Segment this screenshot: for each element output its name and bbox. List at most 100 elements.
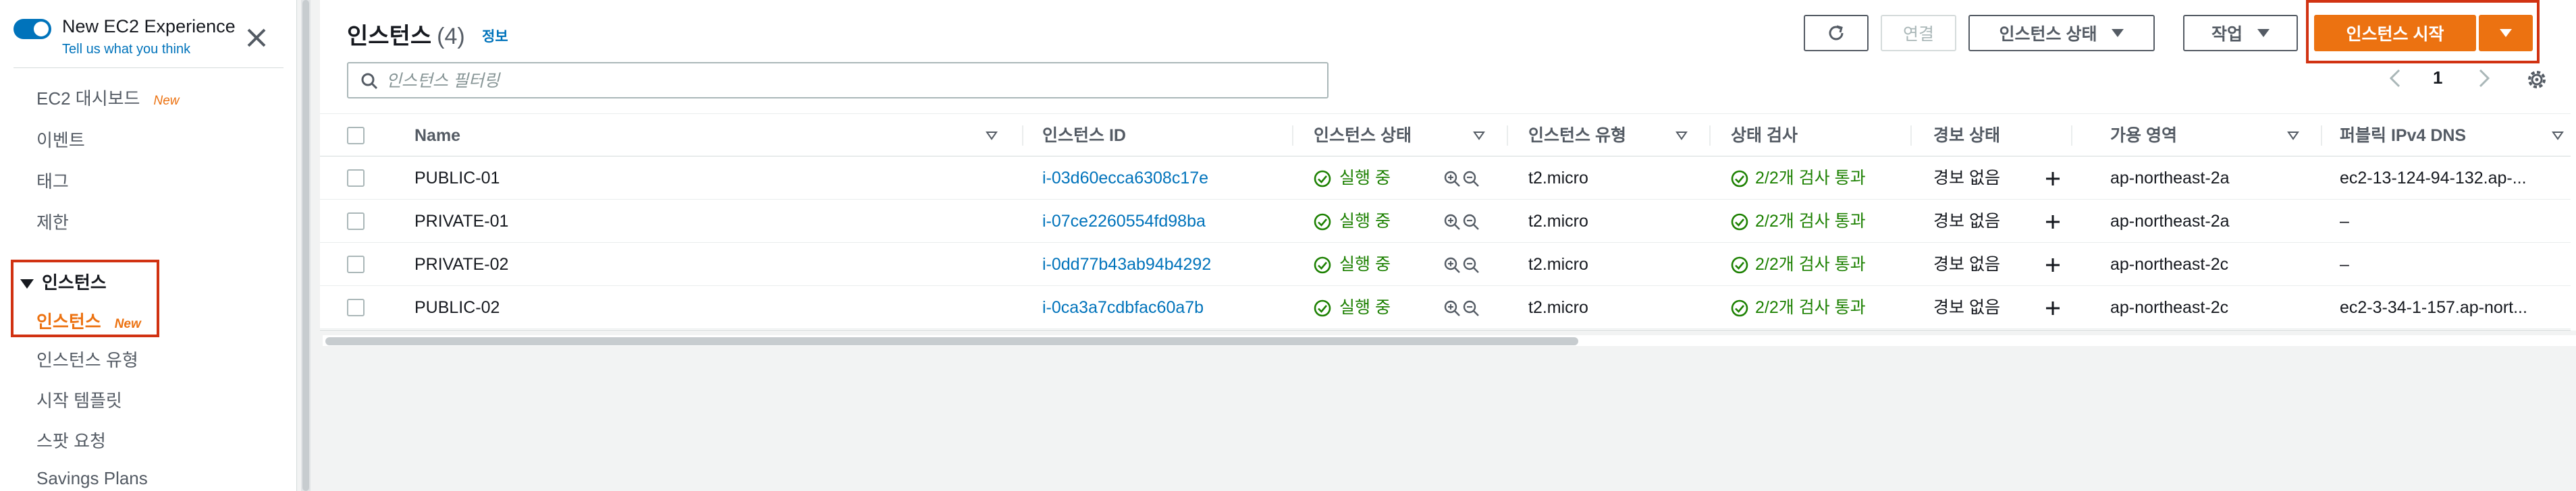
chevron-left-icon[interactable] <box>2386 65 2406 92</box>
instance-name: PRIVATE-01 <box>414 212 509 231</box>
column-separator <box>1507 125 1508 146</box>
caret-down-icon <box>20 279 34 289</box>
availability-zone: ap-northeast-2a <box>2110 212 2230 231</box>
sidebar-item-spot-requests[interactable]: 스팟 요청 <box>36 428 106 453</box>
table-header: Name 인스턴스 ID 인스턴스 상태 인스턴스 유형 상태 검사 경보 상태… <box>320 115 2576 156</box>
table-row[interactable]: PRIVATE-01 i-07ce2260554fd98ba 실행 중 t2.m… <box>320 200 2576 243</box>
horizontal-scrollbar[interactable] <box>325 337 1578 345</box>
instance-id-link[interactable]: i-07ce2260554fd98ba <box>1042 200 1285 243</box>
page-number[interactable]: 1 <box>2433 67 2442 88</box>
filter-input[interactable] <box>386 69 1318 93</box>
launch-instances-button[interactable]: 인스턴스 시작 <box>2314 15 2476 51</box>
table-row[interactable]: PUBLIC-01 i-03d60ecca6308c17e 실행 중 t2.mi… <box>320 156 2576 200</box>
sidebar-scrollbar[interactable] <box>302 0 309 491</box>
launch-dropdown-button[interactable] <box>2479 15 2533 51</box>
zoom-in-icon[interactable] <box>1443 299 1461 317</box>
row-checkbox[interactable] <box>347 256 365 273</box>
sort-icon[interactable] <box>2287 129 2299 142</box>
instance-type: t2.micro <box>1528 212 1588 231</box>
sidebar-item-tags[interactable]: 태그 <box>36 168 69 193</box>
row-checkbox[interactable] <box>347 212 365 230</box>
column-header-public-dns[interactable]: 퍼블릭 IPv4 DNS <box>2340 115 2466 156</box>
public-dns: ec2-13-124-94-132.ap-... <box>2340 169 2527 187</box>
column-header-availability-zone[interactable]: 가용 영역 <box>2110 115 2177 156</box>
sidebar-group-instances[interactable]: 인스턴스 <box>20 269 107 294</box>
zoom-out-icon[interactable] <box>1462 170 1480 187</box>
check-circle-icon <box>1731 213 1748 231</box>
refresh-button[interactable] <box>1804 15 1869 51</box>
status-check[interactable]: 2/2개 검사 통과 <box>1755 156 1866 200</box>
zoom-in-icon[interactable] <box>1443 170 1461 187</box>
chevron-right-icon[interactable] <box>2473 65 2494 92</box>
sidebar-item-instances[interactable]: 인스턴스 New <box>36 308 141 333</box>
plus-icon[interactable] <box>2044 213 2062 231</box>
sort-icon[interactable] <box>2552 129 2564 142</box>
new-experience-toggle[interactable] <box>14 19 51 39</box>
availability-zone: ap-northeast-2c <box>2110 255 2229 274</box>
instance-type: t2.micro <box>1528 169 1588 187</box>
column-header-status-check[interactable]: 상태 검사 <box>1731 115 1798 156</box>
check-circle-icon <box>1314 213 1331 231</box>
plus-icon[interactable] <box>2044 299 2062 317</box>
column-header-name[interactable]: Name <box>414 115 460 156</box>
table-row[interactable]: PRIVATE-02 i-0dd77b43ab94b4292 실행 중 t2.m… <box>320 243 2576 286</box>
toggle-title: New EC2 Experience <box>62 16 236 36</box>
main-content: 인스턴스(4) 정보 연결 인스턴스 상태 작업 인스턴스 시작 1 <box>320 0 2576 491</box>
instance-state: 실행 중 <box>1339 255 1391 274</box>
instance-state-button[interactable]: 인스턴스 상태 <box>1968 15 2155 51</box>
alarm-status: 경보 없음 <box>1933 255 2000 274</box>
close-icon[interactable] <box>243 24 270 51</box>
sidebar-item-dashboard[interactable]: EC2 대시보드 New <box>36 85 180 110</box>
table-row[interactable]: PUBLIC-02 i-0ca3a7cdbfac60a7b 실행 중 t2.mi… <box>320 286 2576 329</box>
sidebar-item-savings-plans[interactable]: Savings Plans <box>36 468 148 489</box>
pagination: 1 <box>2386 65 2521 92</box>
instance-state: 실행 중 <box>1339 169 1391 187</box>
info-link[interactable]: 정보 <box>482 26 508 46</box>
status-check[interactable]: 2/2개 검사 통과 <box>1755 286 1866 329</box>
instance-id-link[interactable]: i-0dd77b43ab94b4292 <box>1042 243 1285 286</box>
highlight-box-launch: 인스턴스 시작 <box>2306 0 2540 63</box>
zoom-out-icon[interactable] <box>1462 256 1480 274</box>
zoom-in-icon[interactable] <box>1443 213 1461 231</box>
status-check[interactable]: 2/2개 검사 통과 <box>1755 200 1866 243</box>
sort-icon[interactable] <box>1473 129 1485 142</box>
status-check[interactable]: 2/2개 검사 통과 <box>1755 243 1866 286</box>
sort-icon[interactable] <box>986 129 998 142</box>
gear-icon[interactable] <box>2523 66 2550 93</box>
alarm-status: 경보 없음 <box>1933 212 2000 231</box>
instance-count: (4) <box>437 24 465 49</box>
instance-name: PUBLIC-02 <box>414 298 500 317</box>
instance-id-link[interactable]: i-03d60ecca6308c17e <box>1042 156 1285 200</box>
sidebar: New EC2 Experience Tell us what you thin… <box>0 0 297 491</box>
column-header-alarm-status[interactable]: 경보 상태 <box>1933 115 2000 156</box>
availability-zone: ap-northeast-2c <box>2110 298 2229 317</box>
plus-icon[interactable] <box>2044 256 2062 274</box>
sidebar-item-label: EC2 대시보드 <box>36 88 140 109</box>
feedback-link[interactable]: Tell us what you think <box>62 42 190 57</box>
sidebar-divider <box>14 67 284 68</box>
zoom-out-icon[interactable] <box>1462 299 1480 317</box>
instance-id-link[interactable]: i-0ca3a7cdbfac60a7b <box>1042 286 1285 329</box>
zoom-out-icon[interactable] <box>1462 213 1480 231</box>
row-checkbox[interactable] <box>347 169 365 187</box>
connect-button[interactable]: 연결 <box>1881 15 1956 51</box>
sidebar-item-launch-templates[interactable]: 시작 템플릿 <box>36 387 122 412</box>
search-icon <box>361 73 378 90</box>
column-header-instance-state[interactable]: 인스턴스 상태 <box>1314 115 1412 156</box>
check-circle-icon <box>1731 256 1748 274</box>
new-badge: New <box>153 94 180 108</box>
column-header-instance-id[interactable]: 인스턴스 ID <box>1042 115 1126 156</box>
row-checkbox[interactable] <box>347 299 365 316</box>
sidebar-item-instance-types[interactable]: 인스턴스 유형 <box>36 347 138 372</box>
sidebar-item-limits[interactable]: 제한 <box>36 209 69 234</box>
column-header-instance-type[interactable]: 인스턴스 유형 <box>1528 115 1626 156</box>
sidebar-item-events[interactable]: 이벤트 <box>36 127 85 152</box>
select-all-checkbox[interactable] <box>347 127 365 144</box>
zoom-in-icon[interactable] <box>1443 256 1461 274</box>
instance-state-label: 인스턴스 상태 <box>1999 25 2097 44</box>
plus-icon[interactable] <box>2044 170 2062 187</box>
caret-down-icon <box>2257 29 2270 37</box>
actions-button[interactable]: 작업 <box>2183 15 2298 51</box>
panel-edge <box>2571 0 2576 330</box>
sort-icon[interactable] <box>1675 129 1688 142</box>
